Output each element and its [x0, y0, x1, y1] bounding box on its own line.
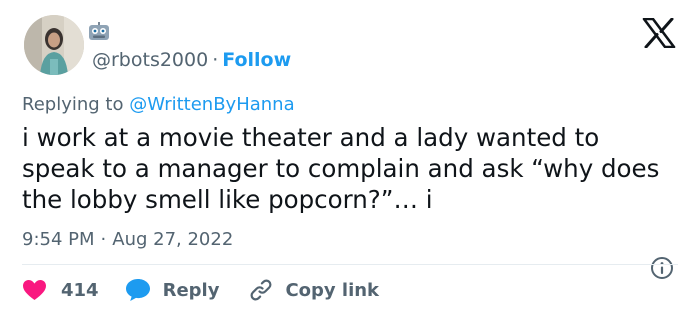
heart-icon	[23, 280, 46, 300]
replying-to: Replying to @WrittenByHanna	[22, 93, 295, 117]
action-bar: 414 Reply Copy link	[22, 277, 379, 303]
author-row: @rbots2000 · Follow	[92, 48, 291, 72]
like-button[interactable]: 414	[22, 279, 99, 301]
tweet-text: i work at a movie theater and a lady wan…	[22, 123, 660, 214]
x-logo-icon[interactable]	[642, 18, 676, 48]
tweet-timestamp[interactable]: 9:54 PM · Aug 27, 2022	[22, 228, 233, 252]
tweet-time: 9:54 PM	[22, 229, 95, 250]
reply-mention-link[interactable]: @WrittenByHanna	[129, 94, 294, 115]
robot-icon	[89, 22, 109, 40]
avatar[interactable]	[24, 15, 84, 75]
author-handle[interactable]: @rbots2000	[92, 49, 208, 71]
link-icon	[250, 279, 272, 301]
reply-label: Reply	[162, 279, 220, 301]
replying-prefix: Replying to	[22, 94, 124, 115]
tweet-date: Aug 27, 2022	[112, 229, 234, 250]
copy-link-label: Copy link	[285, 279, 380, 301]
profile-photo	[24, 15, 84, 75]
reply-bubble-icon	[125, 279, 150, 301]
reply-button[interactable]: Reply	[125, 278, 220, 302]
divider	[22, 264, 678, 265]
separator-dot: ·	[100, 229, 107, 250]
info-icon[interactable]	[650, 256, 674, 280]
follow-button[interactable]: Follow	[222, 49, 291, 71]
copy-link-button[interactable]: Copy link	[249, 278, 379, 302]
like-count: 414	[61, 279, 99, 301]
separator-dot: ·	[212, 49, 219, 71]
